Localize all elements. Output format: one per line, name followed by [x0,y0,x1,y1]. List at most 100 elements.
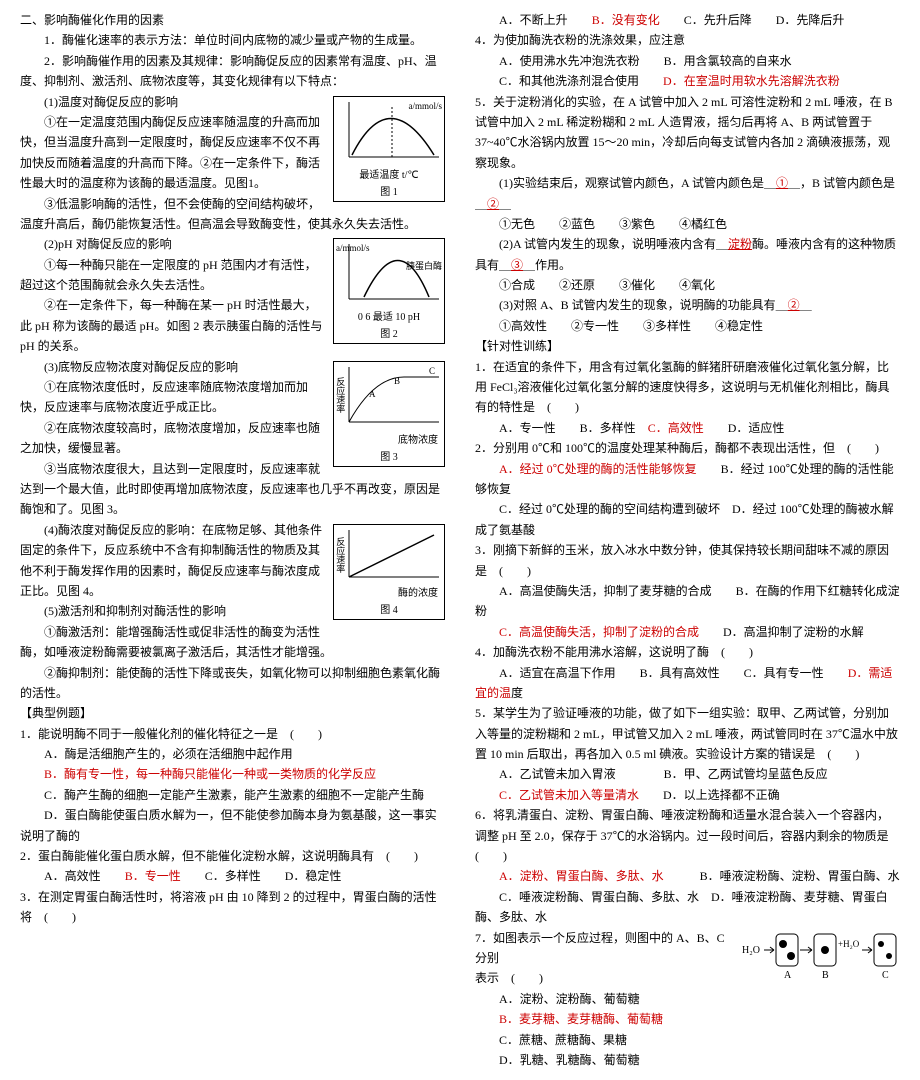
option-answer: B．麦芽糖、麦芽糖酶、葡萄糖 [475,1009,900,1029]
axis-label: 反应速率 [332,377,347,413]
option: A．专一性 B．多样性 [475,421,636,435]
question: 5．关于淀粉消化的实验，在 A 试管中加入 2 mL 可溶性淀粉和 2 mL 唾… [475,92,900,174]
axis-label: 反应速率 [332,537,347,573]
text: ＿作用。 [523,258,571,272]
paragraph: ③当底物浓度很大，且达到一定限度时，反应速率就达到一个最大值，此时即使再增加底物… [20,459,445,520]
axis-label: 最适温度 t/℃ [334,167,444,184]
question: 3．在测定胃蛋白酶活性时，将溶液 pH 由 10 降到 2 的过程中，胃蛋白酶的… [20,887,445,928]
question: 3．刚摘下新鲜的玉米，放入冰水中数分钟，使其保持较长期间甜味不减的原因是 ( ) [475,540,900,581]
option: C．和其他洗涤剂混合使用 [475,74,639,88]
svg-text:C: C [429,366,435,376]
text: (1)实验结束后，观察试管内颜色，A 试管内颜色是＿ [475,176,776,190]
option-row: A．淀粉、胃蛋白酶、多肽、水 B．唾液淀粉酶、淀粉、胃蛋白酶、水 [475,866,900,886]
option-row: C．和其他洗涤剂混合使用 D．在室温时用软水先溶解洗衣粉 [475,71,900,91]
label-a: A [784,970,792,981]
option: A．高效性 [20,869,101,883]
axis-label: 0 6 最适 10 pH [334,309,444,326]
axis-label: 胰蛋白酶 [406,259,442,274]
two-column-layout: 二、影响酶催化作用的因素 1．酶催化速率的表示方法：单位时间内底物的减少量或产物… [20,10,900,1070]
option-answer: C．乙试管未加入等量清水 [475,788,639,802]
question: 6．将乳清蛋白、淀粉、胃蛋白酶、唾液淀粉酶和适量水混合装入一个容器内，调整 pH… [475,805,900,866]
svg-text:A: A [369,389,376,399]
figure-3: ABC 反应速率 底物浓度 图 3 [333,361,445,467]
svg-text:+H₂O: +H₂O [838,939,860,949]
left-column: 二、影响酶催化作用的因素 1．酶催化速率的表示方法：单位时间内底物的减少量或产物… [20,10,445,1070]
figure-caption: 图 3 [334,449,444,466]
option-row: A．高效性 B．专一性 C．多样性 D．稳定性 [20,866,445,886]
option: A．使用沸水先冲泡洗衣粉 B．用含氯较高的自来水 [475,51,900,71]
label-b: B [822,970,829,981]
option-row: A．经过 0℃处理的酶的活性能够恢复 B．经过 100℃处理的酶的活性能够恢复 [475,459,900,500]
question: 5．某学生为了验证唾液的功能，做了如下一组实验：取甲、乙两试管，分别加入等量的淀… [475,703,900,764]
axis-label: a/mmol/s [336,241,370,256]
axis-label: 底物浓度 [334,432,444,449]
option-row: C．乙试管未加入等量清水 D．以上选择都不正确 [475,785,900,805]
option: D．以上选择都不正确 [639,788,780,802]
figure-4: 反应速率 酶的浓度 图 4 [333,524,445,620]
option-answer: A．经过 0℃处理的酶的活性能够恢复 [475,462,697,476]
blank-answer: 淀粉 [728,237,752,251]
paragraph: 2．影响酶催作用的因素及其规律：影响酶促反应的因素常有温度、pH、温度、抑制剂、… [20,51,445,92]
curve-icon: ABC [334,362,444,432]
option-answer: B．没有变化 [592,13,660,27]
text: (3)对照 A、B 试管内发生的现象，说明酶的功能具有＿ [475,298,788,312]
text: (2)A 试管内发生的现象，说明唾液内含有＿ [475,237,728,251]
option: D．适应性 [704,421,785,435]
paragraph: ②酶抑制剂：能使酶的活性下降或丧失，如氧化物可以抑制细胞色素氧化酶的活性。 [20,663,445,704]
option: A．淀粉、淀粉酶、葡萄糖 [475,989,900,1009]
option-row: A．专一性 B．多样性 C．高效性 D．适应性 [475,418,900,438]
option: C．酶产生酶的细胞一定能产生激素，能产生激素的细胞不一定能产生酶 [20,785,445,805]
option: A．不断上升 [475,13,568,27]
option-row: C．高温使酶失活，抑制了淀粉的合成 D．高温抑制了淀粉的水解 [475,622,900,642]
figure-2: 胰蛋白酶 a/mmol/s 0 6 最适 10 pH 图 2 [333,238,445,344]
paragraph: 1．酶催化速率的表示方法：单位时间内底物的减少量或产物的生成量。 [20,30,445,50]
option-row: A．适宜在高温下作用 B．具有高效性 C．具有专一性 D．需适宜的温度 [475,663,900,704]
axis-label: a/mmol/s [409,99,443,114]
question: 1．能说明酶不同于一般催化剂的催化特征之一是 ( ) [20,724,445,744]
right-column: A．不断上升 B．没有变化 C．先升后降 D．先降后升 4．为使加酶洗衣粉的洗涤… [475,10,900,1070]
svg-text:H₂O: H₂O [742,945,760,956]
option: ①无色 ②蓝色 ③紫色 ④橘红色 [475,214,900,234]
text: ＿ [800,298,812,312]
question: 2．分别用 0℃和 100℃的温度处理某种酶后，酶都不表现出活性，但 ( ) [475,438,900,458]
figure-caption: 图 1 [334,184,444,201]
option-answer: D．在室温时用软水先溶解洗衣粉 [663,74,840,88]
text: ＿ [499,197,511,211]
option: B．唾液淀粉酶、淀粉、胃蛋白酶、水 [664,869,900,883]
option: C．多样性 D．稳定性 [181,869,342,883]
sub-question: (3)对照 A、B 试管内发生的现象，说明酶的功能具有＿②＿ [475,295,900,315]
section-heading: 【针对性训练】 [475,336,900,356]
line-icon [334,525,444,585]
option: C．先升后降 D．先降后升 [660,13,845,27]
option-answer: B．专一性 [125,869,181,883]
option: ①高效性 ②专一性 ③多样性 ④稳定性 [475,316,900,336]
option: D．蛋白酶能使蛋白质水解为一，但不能使参加酶本身为氨基酸，这一事实说明了酶的 [20,805,445,846]
blank-answer: ② [788,298,800,312]
reaction-diagram: H₂O +H₂O A B C [740,928,900,988]
sub-question: (1)实验结束后，观察试管内颜色，A 试管内颜色是＿①＿，B 试管内颜色是＿②＿ [475,173,900,214]
blank-answer: ③ [511,258,523,272]
diagram-icon: H₂O +H₂O A B C [740,928,900,983]
paragraph: ①酶激活剂：能增强酶活性或促非活性的酶变为活性酶，如唾液淀粉酶需要被氯离子激活后… [20,622,445,663]
axis-label: 酶的浓度 [334,585,444,602]
sub-question: (2)A 试管内发生的现象，说明唾液内含有＿淀粉酶。唾液内含有的这种物质具有＿③… [475,234,900,275]
blank-answer: ② [487,197,499,211]
figure-1: a/mmol/s 最适温度 t/℃ 图 1 [333,96,445,202]
option-row: A．不断上升 B．没有变化 C．先升后降 D．先降后升 [475,10,900,30]
question: 1．在适宜的条件下，用含有过氧化氢酶的鲜猪肝研磨液催化过氧化氢分解，比用 FeC… [475,357,900,418]
option: C．唾液淀粉酶、胃蛋白酶、多肽、水 D．唾液淀粉酶、麦芽糖、胃蛋白酶、多肽、水 [475,887,900,928]
option: 度 [511,686,523,700]
figure-caption: 图 2 [334,326,444,343]
option: A．适宜在高温下作用 B．具有高效性 C．具有专一性 [475,666,824,680]
option-answer: C．高效性 [648,421,704,435]
option: A．高温使酶失活，抑制了麦芽糖的合成 B．在酶的作用下红糖转化成淀粉 [475,581,900,622]
option: C．经过 0℃处理的酶的空间结构遭到破坏 D．经过 100℃处理的酶被水解成了氨… [475,499,900,540]
section-heading: 【典型例题】 [20,703,445,723]
section-heading: 二、影响酶催化作用的因素 [20,10,445,30]
option: A．乙试管未加入胃液 B．甲、乙两试管均呈蓝色反应 [475,764,900,784]
option: ①合成 ②还原 ③催化 ④氧化 [475,275,900,295]
label-c: C [882,970,889,981]
figure-caption: 图 4 [334,602,444,619]
option: C．蔗糖、蔗糖酶、果糖 [475,1030,900,1050]
blank-answer: ① [776,176,788,190]
